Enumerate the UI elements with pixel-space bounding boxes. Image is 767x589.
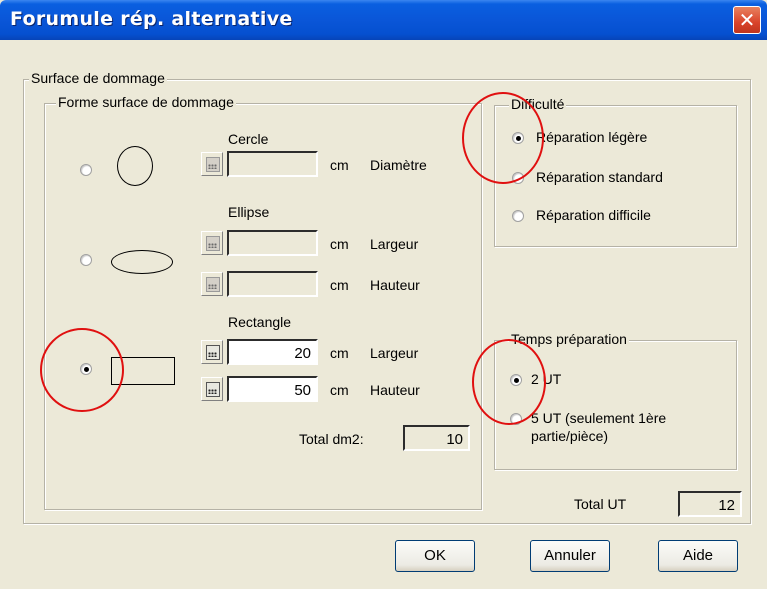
total-dm2-value: 10 xyxy=(403,425,470,451)
rectangle-hauteur-label: Hauteur xyxy=(370,382,420,398)
cercle-dim-label: Diamètre xyxy=(370,157,427,173)
ellipse-largeur-calculator-icon[interactable] xyxy=(201,231,223,255)
annuler-button[interactable]: Annuler xyxy=(530,540,610,572)
ellipse-largeur-label: Largeur xyxy=(370,236,419,252)
reparation-difficile-label[interactable]: Réparation difficile xyxy=(536,207,651,223)
rectangle-hauteur-calculator-icon[interactable] xyxy=(201,377,223,401)
circle-shape-icon xyxy=(117,146,153,186)
reparation-difficile-radio[interactable] xyxy=(512,210,524,222)
reparation-legere-label[interactable]: Réparation légère xyxy=(536,129,647,145)
ellipse-hauteur-input[interactable] xyxy=(227,271,318,297)
ellipse-unit2: cm xyxy=(330,277,349,293)
ellipse-largeur-input[interactable] xyxy=(227,230,318,256)
rectangle-label: Rectangle xyxy=(228,314,292,330)
total-ut-value: 12 xyxy=(678,491,742,517)
annotation-circle-difficulte xyxy=(462,92,544,184)
ok-button[interactable]: OK xyxy=(395,540,475,572)
total-dm2-label: Total dm2: xyxy=(299,431,364,447)
cercle-label: Cercle xyxy=(228,131,269,147)
ellipse-shape-icon xyxy=(111,250,173,274)
rectangle-unit2: cm xyxy=(330,382,349,398)
ellipse-unit1: cm xyxy=(330,236,349,252)
cercle-diametre-input[interactable] xyxy=(227,151,318,177)
annotation-circle-temps xyxy=(472,339,546,425)
cercle-radio[interactable] xyxy=(80,164,92,176)
temps-5ut-label[interactable]: 5 UT (seulement 1ère xyxy=(531,410,666,426)
surface-legend: Surface de dommage xyxy=(29,70,167,86)
temps-5ut-label-line2: partie/pièce) xyxy=(531,428,609,444)
title-bar[interactable]: Forumule rép. alternative ✕ xyxy=(0,0,767,40)
reparation-standard-label[interactable]: Réparation standard xyxy=(536,169,663,185)
total-ut-label: Total UT xyxy=(574,496,627,512)
rectangle-largeur-input[interactable]: 20 xyxy=(227,339,318,365)
close-button[interactable]: ✕ xyxy=(733,6,761,34)
rectangle-largeur-label: Largeur xyxy=(370,345,419,361)
close-icon: ✕ xyxy=(738,8,756,32)
ellipse-radio[interactable] xyxy=(80,254,92,266)
aide-button[interactable]: Aide xyxy=(658,540,738,572)
annotation-circle-rectangle xyxy=(40,328,124,412)
ellipse-hauteur-label: Hauteur xyxy=(370,277,420,293)
cercle-calculator-icon[interactable] xyxy=(201,152,223,176)
ellipse-hauteur-calculator-icon[interactable] xyxy=(201,272,223,296)
forme-legend: Forme surface de dommage xyxy=(56,94,236,110)
rectangle-largeur-calculator-icon[interactable] xyxy=(201,340,223,364)
dialog-body: Surface de dommage Forme surface de domm… xyxy=(0,40,767,589)
rectangle-unit1: cm xyxy=(330,345,349,361)
ellipse-label: Ellipse xyxy=(228,204,270,220)
window-title: Forumule rép. alternative xyxy=(10,8,293,30)
cercle-unit: cm xyxy=(330,157,349,173)
rectangle-hauteur-input[interactable]: 50 xyxy=(227,376,318,402)
